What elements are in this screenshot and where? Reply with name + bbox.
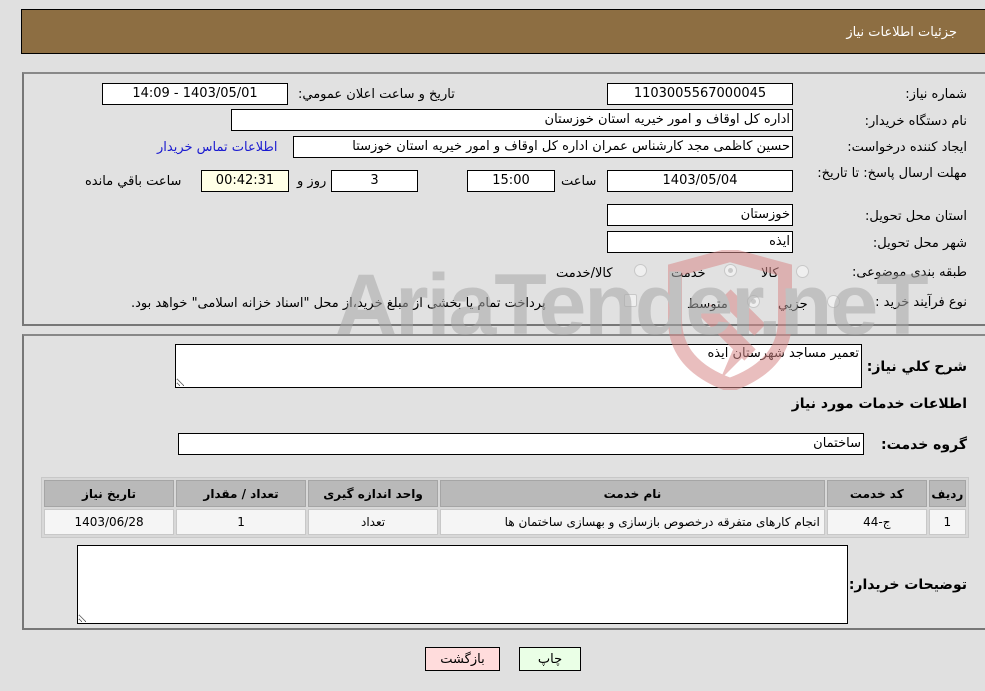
need-number-field: 1103005567000045 bbox=[607, 83, 793, 105]
col-unit-header: واحد اندازه گیری bbox=[308, 480, 439, 507]
announce-label: تاریخ و ساعت اعلان عمومي: bbox=[298, 87, 455, 102]
col-qty-header: تعداد / مقدار bbox=[176, 480, 307, 507]
province-field: خوزستان bbox=[607, 204, 793, 226]
purchase-type-label: نوع فرآیند خرید : bbox=[875, 295, 967, 310]
cell-unit: تعداد bbox=[308, 509, 439, 535]
services-table: ردیف کد خدمت نام خدمت واحد اندازه گیری ت… bbox=[41, 477, 969, 538]
time-remaining-field: 00:42:31 bbox=[201, 170, 289, 192]
summary-textarea[interactable] bbox=[175, 344, 862, 388]
col-name-header: نام خدمت bbox=[440, 480, 825, 507]
category-service-label: خدمت bbox=[671, 266, 706, 281]
print-button[interactable]: چاپ bbox=[519, 647, 581, 671]
category-label: طبقه بندی موضوعی: bbox=[851, 265, 967, 280]
services-heading: اطلاعات خدمات مورد نیاز bbox=[791, 396, 967, 412]
time-remaining-label: ساعت باقي مانده bbox=[85, 174, 182, 189]
cell-name: انجام کارهای متفرقه درخصوص بازسازی و بهس… bbox=[440, 509, 825, 535]
buyer-contact-link[interactable]: اطلاعات تماس خریدار bbox=[157, 140, 277, 155]
page-header: جزئیات اطلاعات نیاز bbox=[21, 9, 985, 54]
days-remaining-field: 3 bbox=[331, 170, 418, 192]
category-service-radio[interactable] bbox=[724, 264, 737, 277]
table-header-row: ردیف کد خدمت نام خدمت واحد اندازه گیری ت… bbox=[44, 480, 966, 507]
deadline-time-label: ساعت bbox=[561, 174, 597, 189]
city-label: شهر محل تحویل: bbox=[872, 236, 967, 251]
buyer-org-label: نام دستگاه خریدار: bbox=[864, 114, 967, 129]
col-row-header: ردیف bbox=[928, 480, 966, 507]
need-number-label: شماره نیاز: bbox=[905, 87, 967, 102]
service-group-field: ساختمان bbox=[178, 433, 864, 455]
days-label: روز و bbox=[297, 174, 327, 189]
cell-row: 1 bbox=[928, 509, 966, 535]
purchase-minor-label: جزيي bbox=[778, 297, 808, 312]
cell-date: 1403/06/28 bbox=[44, 509, 175, 535]
announce-date-field: 1403/05/01 - 14:09 bbox=[102, 83, 288, 105]
services-panel: شرح کلي نیاز: اطلاعات خدمات مورد نیاز گر… bbox=[22, 334, 985, 630]
service-group-label: گروه خدمت: bbox=[881, 437, 967, 453]
page-title: جزئیات اطلاعات نیاز bbox=[846, 25, 957, 40]
treasury-checkbox[interactable] bbox=[624, 294, 637, 307]
table-row: 1 ج-44 انجام کارهای متفرقه درخصوص بازساز… bbox=[44, 509, 966, 535]
purchase-medium-radio[interactable] bbox=[747, 295, 760, 308]
deadline-date-field: 1403/05/04 bbox=[607, 170, 793, 192]
purchase-minor-radio[interactable] bbox=[827, 295, 840, 308]
category-goods-label: کالا bbox=[761, 266, 779, 281]
summary-label: شرح کلي نیاز: bbox=[866, 359, 967, 375]
city-field: ایذه bbox=[607, 231, 793, 253]
category-goods-radio[interactable] bbox=[796, 265, 809, 278]
category-goods-service-radio[interactable] bbox=[634, 264, 647, 277]
col-code-header: کد خدمت bbox=[826, 480, 927, 507]
col-date-header: تاریخ نیاز bbox=[44, 480, 175, 507]
cell-code: ج-44 bbox=[826, 509, 927, 535]
treasury-note: پرداخت تمام یا بخشی از مبلغ خرید،از محل … bbox=[131, 296, 546, 311]
category-goods-service-label: کالا/خدمت bbox=[556, 266, 613, 281]
requester-field: حسین کاظمی مجد کارشناس عمران اداره کل او… bbox=[293, 136, 793, 158]
cell-qty: 1 bbox=[176, 509, 307, 535]
buyer-notes-textarea[interactable] bbox=[77, 545, 848, 624]
deadline-label: مهلت ارسال پاسخ: تا تاریخ: bbox=[817, 166, 967, 181]
deadline-time-field: 15:00 bbox=[467, 170, 555, 192]
purchase-medium-label: متوسط bbox=[687, 297, 728, 312]
province-label: استان محل تحویل: bbox=[865, 209, 967, 224]
buyer-notes-label: توضیحات خریدار: bbox=[848, 577, 967, 593]
buyer-org-field: اداره کل اوقاف و امور خیریه استان خوزستا… bbox=[231, 109, 793, 131]
back-button[interactable]: بازگشت bbox=[425, 647, 500, 671]
requester-label: ایجاد کننده درخواست: bbox=[847, 140, 967, 155]
